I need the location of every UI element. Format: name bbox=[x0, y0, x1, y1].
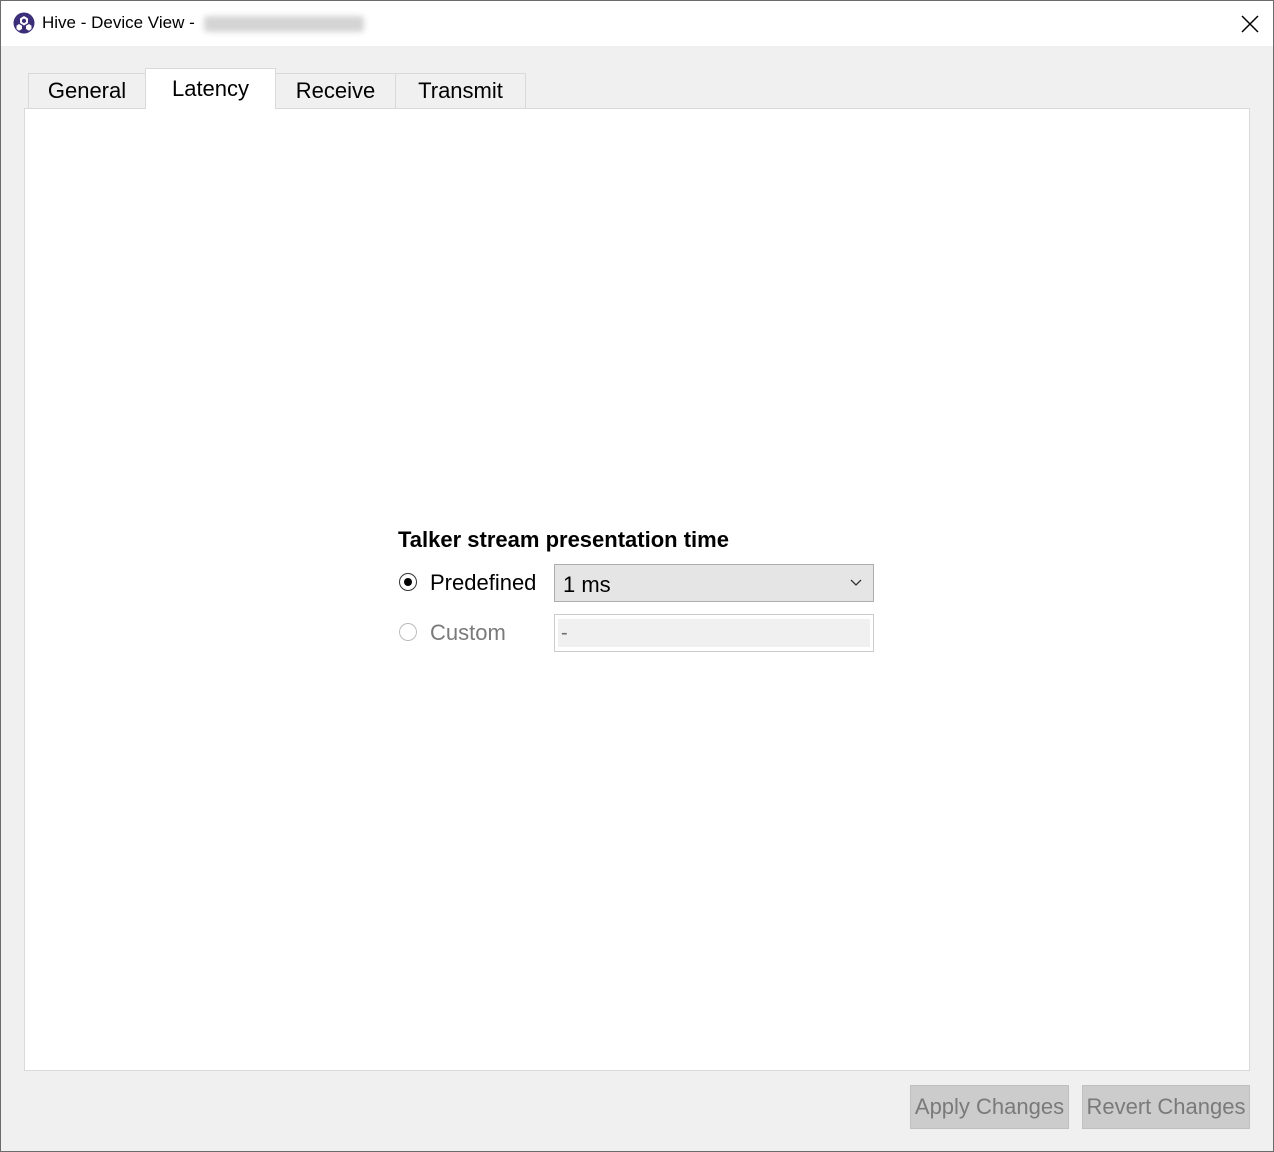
tab-latency[interactable]: Latency bbox=[145, 68, 276, 109]
predefined-radio[interactable] bbox=[399, 573, 417, 591]
group-title: Talker stream presentation time bbox=[398, 527, 729, 552]
predefined-label[interactable]: Predefined bbox=[430, 570, 536, 596]
close-button[interactable] bbox=[1227, 1, 1273, 46]
custom-latency-input[interactable] bbox=[558, 619, 870, 647]
custom-label[interactable]: Custom bbox=[430, 620, 506, 646]
latency-panel: Talker stream presentation time Predefin… bbox=[24, 108, 1250, 1071]
tab-transmit[interactable]: Transmit bbox=[395, 73, 526, 108]
device-view-window: Hive - Device View - General Latency Rec… bbox=[0, 0, 1274, 1152]
tab-label: Transmit bbox=[418, 78, 503, 103]
custom-latency-field[interactable] bbox=[554, 614, 874, 652]
revert-changes-button[interactable]: Revert Changes bbox=[1082, 1085, 1250, 1129]
select-value: 1 ms bbox=[563, 572, 611, 597]
hive-icon bbox=[13, 12, 35, 34]
title-bar[interactable]: Hive - Device View - bbox=[1, 1, 1273, 46]
tab-label: Latency bbox=[171, 76, 250, 101]
custom-radio[interactable] bbox=[399, 623, 417, 641]
window-title: Hive - Device View - bbox=[42, 13, 195, 32]
close-icon bbox=[1241, 14, 1259, 33]
device-name-redacted bbox=[204, 16, 364, 32]
tab-general[interactable]: General bbox=[28, 73, 146, 108]
predefined-latency-select[interactable]: 1 ms bbox=[554, 564, 874, 602]
tab-label: Receive bbox=[295, 78, 376, 103]
tab-receive[interactable]: Receive bbox=[275, 73, 396, 108]
tab-label: General bbox=[47, 78, 127, 103]
chevron-down-icon bbox=[850, 579, 862, 586]
apply-changes-button[interactable]: Apply Changes bbox=[910, 1085, 1069, 1129]
